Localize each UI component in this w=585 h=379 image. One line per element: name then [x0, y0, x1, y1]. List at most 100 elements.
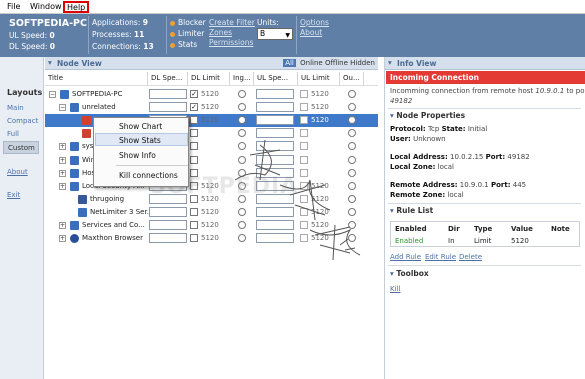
layout-main[interactable]: Main: [7, 104, 24, 112]
ul-limit-checkbox[interactable]: [300, 116, 308, 125]
node-name: Services and Co...: [82, 221, 145, 229]
dl-speed-field[interactable]: [149, 220, 187, 230]
col-dl-speed[interactable]: DL Spe...: [148, 72, 188, 85]
filter-hidden[interactable]: Hidden: [350, 59, 375, 67]
edit-rule-link[interactable]: Edit Rule: [425, 253, 456, 261]
menu-separator: [116, 165, 188, 166]
outgoing-radio[interactable]: [348, 116, 356, 125]
dl-limit-checkbox[interactable]: [190, 142, 198, 151]
collapse-icon[interactable]: −: [59, 104, 66, 112]
remote-zone: Remote Zone: local: [390, 191, 464, 199]
menu-show-info[interactable]: Show Info: [119, 151, 156, 160]
dl-speed-field[interactable]: [149, 233, 187, 244]
divider: [388, 203, 581, 204]
sidebar-about-link[interactable]: About: [7, 168, 28, 176]
dl-speed-field[interactable]: [149, 206, 187, 217]
layout-compact[interactable]: Compact: [7, 117, 38, 125]
incoming-connection-banner: Incoming Connection: [386, 71, 585, 84]
dl-speed-field[interactable]: [149, 102, 187, 113]
dl-limit-checkbox[interactable]: [190, 207, 198, 216]
outgoing-radio[interactable]: [348, 103, 356, 112]
menu-window[interactable]: Window: [30, 2, 62, 11]
col-incoming[interactable]: Ing...: [230, 72, 254, 85]
incoming-radio[interactable]: [238, 116, 246, 125]
ul-speed-field[interactable]: [256, 102, 294, 113]
rule-list-heading: Rule List: [390, 206, 433, 215]
dl-limit-checkbox[interactable]: [190, 221, 198, 229]
options-link[interactable]: Options: [300, 18, 329, 27]
rule-col-enabled[interactable]: Enabled: [395, 225, 427, 233]
col-ul-limit[interactable]: UL Limit: [298, 72, 340, 85]
dl-limit-checkbox[interactable]: [190, 234, 198, 243]
col-ul-speed[interactable]: UL Spe...: [254, 72, 298, 85]
connection-description: Incomming connection from remote host 10…: [390, 87, 585, 95]
add-rule-link[interactable]: Add Rule: [390, 253, 421, 261]
info-view-header: Info View: [385, 57, 585, 70]
dl-limit-value: 5120: [201, 90, 219, 98]
rule-col-type[interactable]: Type: [474, 225, 492, 233]
expand-icon[interactable]: +: [59, 156, 66, 164]
node-view-header: Node View All Online Offline Hidden: [45, 57, 378, 70]
stats-toggle[interactable]: Stats: [170, 40, 197, 49]
ul-limit-checkbox[interactable]: [300, 90, 308, 98]
chevron-down-icon: ▼: [285, 32, 290, 39]
dl-limit-checkbox[interactable]: [190, 116, 198, 125]
units-select[interactable]: B ▼: [257, 28, 293, 40]
divider: [296, 16, 297, 54]
blocker-toggle[interactable]: Blocker: [170, 18, 206, 27]
about-link[interactable]: About: [300, 28, 322, 37]
node-filters: All Online Offline Hidden: [283, 59, 375, 67]
expand-icon[interactable]: +: [59, 235, 66, 243]
layout-full[interactable]: Full: [7, 130, 19, 138]
rule-col-value[interactable]: Value: [511, 225, 533, 233]
menu-show-stats[interactable]: Show Stats: [119, 136, 161, 145]
protocol-state: Protocol: Tcp State: Initial: [390, 125, 488, 133]
create-filter-link[interactable]: Create Filter: [209, 18, 255, 27]
ul-speed-field[interactable]: [256, 115, 294, 126]
dl-limit-value: 5120: [201, 234, 219, 243]
col-outgoing[interactable]: Ou...: [340, 72, 364, 85]
rule-enabled[interactable]: Enabled: [395, 237, 423, 245]
permissions-link[interactable]: Permissions: [209, 38, 253, 47]
dl-limit-checkbox[interactable]: ✓: [190, 90, 198, 98]
filter-online[interactable]: Online: [300, 59, 323, 67]
delete-rule-link[interactable]: Delete: [459, 253, 482, 261]
col-dl-limit[interactable]: DL Limit: [188, 72, 230, 85]
expand-icon[interactable]: +: [59, 143, 66, 151]
menu-show-chart[interactable]: Show Chart: [119, 122, 162, 131]
table-row[interactable]: − unrelated ✓ 5120 5120: [45, 101, 378, 114]
node-name: unrelated: [82, 103, 116, 112]
menu-file[interactable]: File: [7, 2, 20, 11]
rule-col-dir[interactable]: Dir: [448, 225, 460, 233]
node-icon: [78, 207, 87, 217]
zones-link[interactable]: Zones: [209, 28, 232, 37]
filter-offline[interactable]: Offline: [325, 59, 348, 67]
menu-help[interactable]: Help: [63, 1, 90, 13]
expand-icon[interactable]: +: [59, 169, 66, 177]
collapse-icon[interactable]: −: [49, 91, 56, 98]
menu-kill-connections[interactable]: Kill connections: [119, 171, 178, 180]
sidebar-exit-link[interactable]: Exit: [7, 191, 20, 199]
incoming-radio[interactable]: [238, 90, 246, 98]
kill-link[interactable]: Kill: [390, 285, 400, 293]
node-name: thrugoing: [90, 194, 125, 203]
ul-speed-field[interactable]: [256, 89, 294, 99]
incoming-radio[interactable]: [238, 103, 246, 112]
pc-name: SOFTPEDIA-PC: [9, 18, 87, 29]
dl-limit-checkbox[interactable]: [190, 129, 198, 138]
ul-limit-checkbox[interactable]: [300, 103, 308, 112]
filter-all[interactable]: All: [283, 59, 296, 67]
rule-value: 5120: [511, 237, 529, 245]
dl-limit-checkbox[interactable]: ✓: [190, 103, 198, 112]
expand-icon[interactable]: +: [59, 222, 66, 229]
dl-limit-checkbox[interactable]: [190, 155, 198, 164]
outgoing-radio[interactable]: [348, 90, 356, 98]
table-row[interactable]: − SOFTPEDIA-PC ✓ 5120 5120: [45, 88, 378, 101]
expand-icon[interactable]: +: [59, 182, 66, 190]
user: User: Unknown: [390, 135, 446, 143]
layout-custom[interactable]: Custom: [3, 141, 39, 154]
dl-speed-field[interactable]: [149, 89, 187, 99]
limiter-toggle[interactable]: Limiter: [170, 29, 204, 38]
col-title[interactable]: Title: [45, 72, 148, 85]
rule-col-note[interactable]: Note: [551, 225, 570, 233]
